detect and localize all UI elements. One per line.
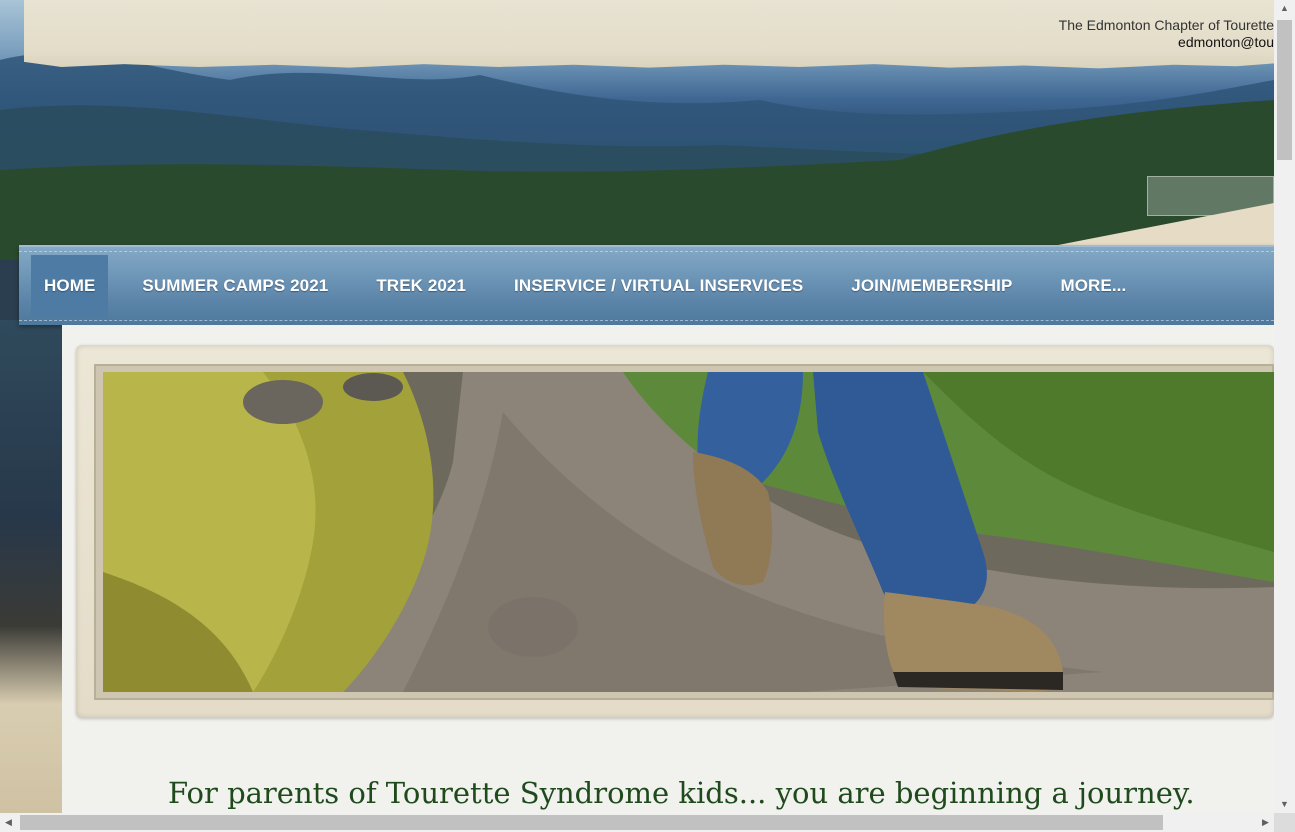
org-email[interactable]: edmonton@tou: [1014, 34, 1274, 51]
scroll-down-icon[interactable]: ▼: [1274, 796, 1295, 813]
scroll-up-icon[interactable]: ▲: [1274, 0, 1295, 17]
scrollbar-corner: [1274, 813, 1295, 832]
page-viewport: The Edmonton Chapter of Tourette edmonto…: [0, 0, 1274, 813]
left-background-strip: [0, 320, 70, 813]
header-contact: The Edmonton Chapter of Tourette edmonto…: [1014, 17, 1274, 51]
hero-image: [103, 372, 1274, 692]
scroll-right-icon[interactable]: ▶: [1257, 813, 1274, 832]
header-banner: The Edmonton Chapter of Tourette edmonto…: [24, 0, 1274, 69]
horizontal-scrollbar[interactable]: ◀ ▶: [0, 813, 1274, 832]
vertical-scroll-thumb[interactable]: [1277, 20, 1292, 160]
page-tagline: For parents of Tourette Syndrome kids...…: [168, 776, 1195, 810]
scroll-left-icon[interactable]: ◀: [0, 813, 17, 832]
vertical-scrollbar[interactable]: ▲ ▼: [1274, 0, 1295, 813]
nav-item-home[interactable]: HOME: [31, 255, 109, 317]
horizontal-scroll-thumb[interactable]: [20, 815, 1163, 830]
nav-item-trek[interactable]: TREK 2021: [352, 255, 490, 317]
nav-item-summer-camps[interactable]: SUMMER CAMPS 2021: [108, 255, 352, 317]
main-navigation: HOME SUMMER CAMPS 2021 TREK 2021 INSERVI…: [19, 245, 1274, 325]
nav-item-more[interactable]: MORE...: [1036, 255, 1150, 317]
nav-item-membership[interactable]: JOIN/MEMBERSHIP: [827, 255, 1036, 317]
org-name: The Edmonton Chapter of Tourette: [1058, 17, 1274, 33]
nav-item-inservice[interactable]: INSERVICE / VIRTUAL INSERVICES: [490, 255, 827, 317]
hiking-trail-image: [103, 372, 1274, 692]
